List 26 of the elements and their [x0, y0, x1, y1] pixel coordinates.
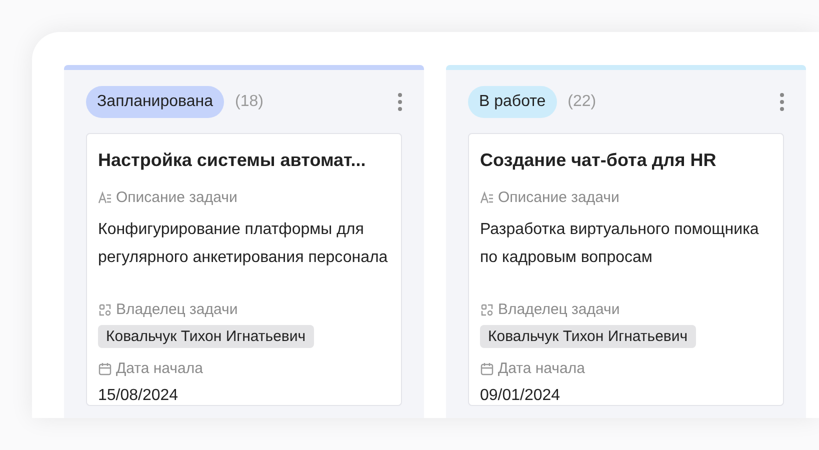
- field-label: Владелец задачи: [498, 300, 620, 320]
- field-label: Владелец задачи: [116, 300, 238, 320]
- field-label: Дата начала: [116, 359, 203, 379]
- owner-tag: Ковальчук Тихон Игнатьевич: [480, 325, 696, 348]
- user-icon: [98, 303, 112, 317]
- card-title[interactable]: Настройка системы автомат...: [98, 148, 390, 172]
- user-icon: [480, 303, 494, 317]
- description-text: Конфигурирование платформы для регулярного анкетирования персонала: [98, 220, 389, 268]
- date-text: 15/08/2024: [98, 387, 180, 405]
- status-badge: Запланирована: [86, 86, 224, 118]
- calendar-icon: [480, 362, 494, 376]
- field-label: Дата начала: [498, 359, 585, 379]
- field-label: Описание задачи: [498, 188, 620, 208]
- more-options-icon[interactable]: [780, 93, 784, 111]
- calendar-icon: [98, 362, 112, 376]
- date-text: 09/01/2024: [480, 387, 562, 405]
- text-icon: [98, 191, 112, 205]
- description-text: Разработка виртуального помощника по кадровым вопросам: [480, 220, 760, 268]
- card-title[interactable]: Создание чат-бота для HR: [480, 148, 772, 172]
- task-count: (18): [234, 93, 264, 111]
- field-label: Описание задачи: [116, 188, 238, 208]
- task-count: (22): [568, 93, 598, 111]
- more-options-icon[interactable]: [398, 93, 402, 111]
- status-badge: В работе: [468, 86, 557, 118]
- owner-tag: Ковальчук Тихон Игнатьевич: [98, 325, 314, 348]
- text-icon: [480, 191, 494, 205]
